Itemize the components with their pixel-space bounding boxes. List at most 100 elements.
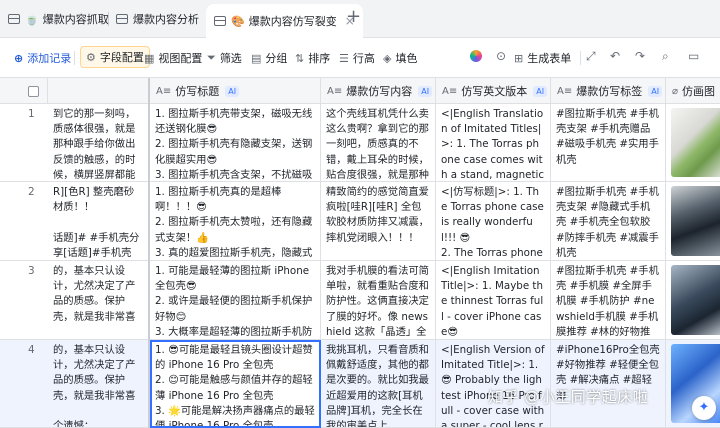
generate-form-button[interactable]: ⊞ 生成表单	[514, 48, 571, 68]
comment-icon[interactable]: ▭	[688, 49, 699, 63]
cell-tags[interactable]: #iPhone16Pro全包壳 #好物推荐 #轻便全包壳 #解决痛点 #超轻薄	[551, 340, 666, 427]
cell-title[interactable]: 1. 图拉斯手机壳带支架，磁吸无线还送钢化膜😎 2. 图拉斯手机壳有隐藏支架，送…	[150, 104, 321, 181]
sort-label: 排序	[308, 52, 331, 65]
phone-case-image[interactable]	[671, 108, 720, 177]
ai-assistant-icon[interactable]: ✦	[692, 396, 716, 420]
cell-image[interactable]	[666, 104, 720, 181]
redo-icon[interactable]: ↷	[635, 49, 645, 63]
form-icon: ⊞	[514, 51, 524, 65]
column-header-image[interactable]: ⌀ 仿画图	[666, 78, 720, 104]
cell-title[interactable]: 1. 图拉斯手机壳真的是超棒啊！！！😎 2. 图拉斯手机壳太赞啦，还有隐藏式支架…	[150, 182, 321, 260]
search-icon[interactable]: ⌕	[662, 49, 669, 64]
table-icon	[116, 14, 128, 24]
cell-original[interactable]: R][色R] 整壳磨砂材质！！ 话题]# #手机壳分享[话题]#手机壳[话题]#…	[48, 182, 150, 260]
plus-icon: ⊕	[14, 51, 24, 65]
tab-emoji: 🎨	[231, 14, 245, 28]
column-header-tags[interactable]: A≡ 爆款仿写标签 AI	[551, 78, 666, 104]
filter-button[interactable]: ⏷ 筛选	[207, 48, 242, 68]
grid-icon: ▦	[144, 51, 155, 65]
watermark: 知乎 @小王同学起床啦	[488, 388, 649, 406]
tab-content-scraping[interactable]: 🍵 爆款内容抓取	[8, 0, 109, 38]
cell-title[interactable]: 1. 可能是最轻薄的图拉斯 iPhone 全包壳😎 2. 或许是最轻便的图拉斯手…	[150, 261, 321, 339]
phone-case-image[interactable]	[671, 186, 720, 256]
cell-english[interactable]: <|English Imitation Title|>: 1. Maybe th…	[436, 261, 551, 339]
tab-content-analysis[interactable]: 爆款内容分析	[116, 0, 199, 38]
text-field-icon: A≡	[156, 85, 172, 97]
table-icon	[8, 14, 20, 24]
ai-rainbow-icon[interactable]	[470, 50, 482, 65]
generate-form-label: 生成表单	[527, 52, 572, 65]
table-row[interactable]: 2 R][色R] 整壳磨砂材质！！ 话题]# #手机壳分享[话题]#手机壳[话题…	[0, 182, 720, 261]
cell-original[interactable]: 的，基本只认设计，尤然决定了产品的质感。保护壳，就是我非常喜 个遗憾：...	[48, 340, 150, 427]
column-label: 仿写标题	[175, 85, 220, 98]
undo-icon[interactable]: ↶	[610, 49, 620, 63]
column-header-content[interactable]: A≡ 爆款仿写内容 AI	[321, 78, 436, 104]
group-label: 分组	[265, 52, 288, 65]
column-label: 仿画图	[682, 85, 716, 98]
table-icon	[214, 16, 226, 26]
cell-tags[interactable]: #图拉斯手机壳 #手机壳支架 #手机壳赠品 #磁吸手机壳 #实用手机壳	[551, 104, 666, 181]
table-row[interactable]: 1 到它的那一刻吗，质感体很强，就是那种跟手给你做出反馈的触感，的时候，横屏竖屏…	[0, 104, 720, 182]
cell-content[interactable]: 我对手机膜的看法可简单啦，就看重贴合度和防护性。这俩直接决定了膜的好坏。像 ne…	[321, 261, 436, 339]
grid-header: A≡ 仿写标题 AI A≡ 爆款仿写内容 AI A≡ 仿写英文版本 AI A≡ …	[0, 78, 720, 104]
add-record-label: 添加记录	[27, 52, 72, 65]
sort-icon: ⇅	[295, 51, 305, 65]
cell-content[interactable]: 精致简约的感觉简直爱疯啦[哇R][哇R] 全包软胶材质防摔又减震，摔机党闭眼入！…	[321, 182, 436, 260]
cell-original[interactable]: 到它的那一刻吗，质感体很强，就是那种跟手给你做出反馈的触感，的时候，横屏竖屏都能…	[48, 104, 150, 181]
cell-image[interactable]	[666, 261, 720, 339]
tab-label: 爆款内容抓取	[42, 13, 109, 26]
row-number: 3	[28, 265, 35, 277]
ai-badge: AI	[225, 85, 240, 97]
tab-label: 爆款内容分析	[133, 13, 199, 26]
cell-english[interactable]: <|仿写标题|>: 1. The Torras phone case is re…	[436, 182, 551, 260]
ai-badge: AI	[418, 85, 433, 97]
tab-emoji: 🍵	[25, 12, 39, 26]
cell-tags[interactable]: #图拉斯手机壳 #手机壳 #手机膜 #全屏手机膜 #手机防护 #newshiel…	[551, 261, 666, 339]
tab-bar: 🍵 爆款内容抓取 爆款内容分析 🎨 爆款内容仿写裂变 × +	[0, 0, 720, 38]
view-config-button[interactable]: ▦ 视图配置	[144, 48, 202, 68]
paint-icon: ◈	[383, 51, 392, 65]
field-config-button[interactable]: ⚙ 字段配置	[80, 46, 150, 68]
column-header-english[interactable]: A≡ 仿写英文版本 AI	[436, 78, 551, 104]
group-button[interactable]: ▤ 分组	[251, 48, 287, 68]
table-row[interactable]: 3 的，基本只认设计，尤然决定了产品的质感。保护壳，就是我非常喜 个遗憾：...…	[0, 261, 720, 340]
frozen-column-divider[interactable]	[148, 78, 150, 428]
add-tab-icon[interactable]: +	[346, 6, 361, 27]
sort-button[interactable]: ⇅ 排序	[295, 48, 330, 68]
toolbar: ⊕ 添加记录 ⚙ 字段配置 ▦ 视图配置 ⏷ 筛选 ▤ 分组 ⇅ 排序 ☰ 行高…	[0, 38, 720, 78]
cell-content[interactable]: 我挑耳机，只看音质和佩戴舒适度，其他的都是次要的。就比如我最近超爱用的这款[耳机…	[321, 340, 436, 427]
select-all-checkbox[interactable]	[28, 86, 39, 97]
cell-content[interactable]: 这个壳线耳机凭什么卖这么贵啊？拿到它的那一刻吧，质感真的不错，戴上耳朵的时候，贴…	[321, 104, 436, 181]
row-number: 4	[28, 344, 35, 356]
fill-color-button[interactable]: ◈ 填色	[383, 48, 417, 68]
row-select-header[interactable]	[0, 78, 48, 104]
add-record-button[interactable]: ⊕ 添加记录	[14, 48, 71, 68]
ai-badge: AI	[648, 85, 663, 97]
ai-badge: AI	[533, 85, 548, 97]
cell-image[interactable]	[666, 182, 720, 260]
row-height-label: 行高	[352, 52, 375, 65]
cell-original[interactable]: 的，基本只认设计，尤然决定了产品的质感。保护壳，就是我非常喜 个遗憾：...	[48, 261, 150, 339]
tab-label: 爆款内容仿写裂变	[248, 15, 337, 28]
column-header-original[interactable]	[48, 78, 150, 104]
phone-case-image[interactable]	[671, 265, 720, 335]
cell-title-active[interactable]: 1. 😎可能是最轻且镜头圈设计超赞的 iPhone 16 Pro 全包壳 2. …	[150, 340, 321, 427]
text-field-icon: A≡	[442, 85, 458, 97]
cell-tags[interactable]: #图拉斯手机壳 #手机壳支架 #隐藏式手机壳 #手机壳全包软胶 #防摔手机壳 #…	[551, 182, 666, 260]
attachment-icon: ⌀	[672, 85, 679, 97]
row-height-button[interactable]: ☰ 行高	[339, 48, 375, 68]
column-header-title[interactable]: A≡ 仿写标题 AI	[150, 78, 321, 104]
cell-english[interactable]: <|English Version of Imitated Title|>: 1…	[436, 340, 551, 427]
column-label: 爆款仿写标签	[576, 85, 643, 98]
expand-icon[interactable]: ⤢	[586, 49, 596, 64]
row-height-icon: ☰	[339, 51, 349, 65]
copy-icon[interactable]: ⊙	[496, 49, 506, 63]
row-number: 1	[28, 108, 35, 120]
data-grid: A≡ 仿写标题 AI A≡ 爆款仿写内容 AI A≡ 仿写英文版本 AI A≡ …	[0, 78, 720, 428]
table-row-selected[interactable]: 4 的，基本只认设计，尤然决定了产品的质感。保护壳，就是我非常喜 个遗憾：...…	[0, 340, 720, 428]
text-field-icon: A≡	[327, 85, 343, 97]
view-config-label: 视图配置	[158, 52, 203, 65]
tab-content-rewrite[interactable]: 🎨 爆款内容仿写裂变 ×	[206, 4, 363, 38]
cell-english[interactable]: <|English Translation of Imitated Titles…	[436, 104, 551, 181]
fill-label: 填色	[395, 52, 418, 65]
